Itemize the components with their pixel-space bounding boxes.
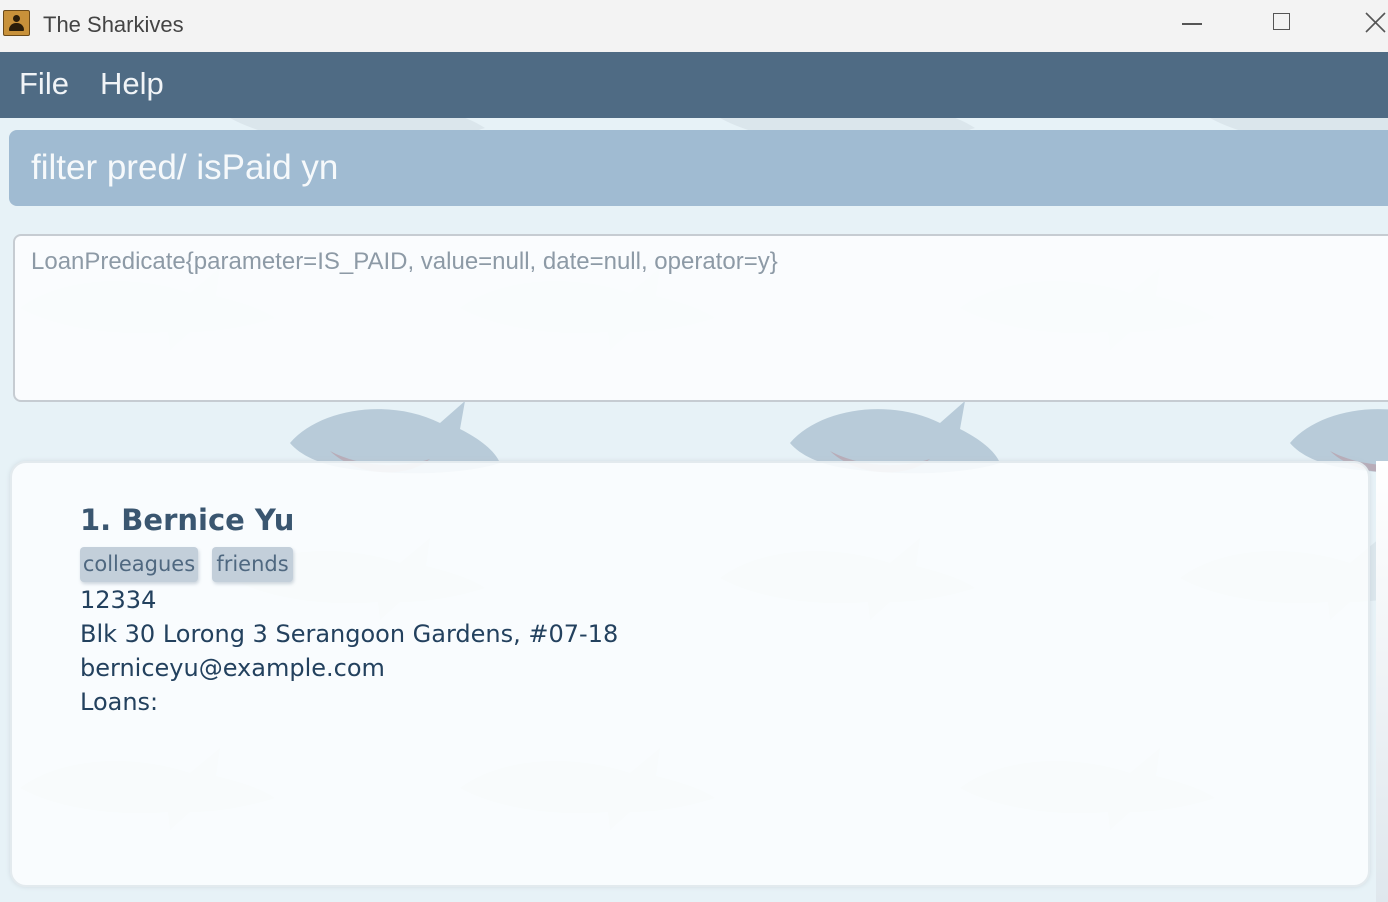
tag-friends: friends [212, 547, 293, 582]
result-text: LoanPredicate{parameter=IS_PAID, value=n… [31, 248, 778, 275]
command-box[interactable]: filter pred/ isPaid yn [9, 130, 1388, 206]
maximize-icon[interactable] [1253, 0, 1313, 48]
window-title: The Sharkives [43, 12, 184, 37]
tag-colleagues: colleagues [80, 547, 198, 582]
person-phone: 12334 [80, 586, 157, 614]
minimize-icon[interactable] [1162, 0, 1222, 48]
contacts-app-icon [3, 10, 30, 36]
person-loans-label: Loans: [80, 688, 159, 716]
title-bar: The Sharkives [0, 0, 1388, 52]
menu-help[interactable]: Help [100, 66, 164, 102]
person-name: 1. Bernice Yu [80, 503, 295, 537]
person-email: berniceyu@example.com [80, 654, 385, 682]
scrollbar[interactable] [1376, 461, 1388, 902]
command-input[interactable]: filter pred/ isPaid yn [31, 148, 338, 188]
menu-file[interactable]: File [19, 66, 69, 102]
close-icon[interactable] [1340, 0, 1388, 48]
menu-bar: File Help [0, 52, 1388, 118]
result-display[interactable]: LoanPredicate{parameter=IS_PAID, value=n… [13, 234, 1388, 402]
person-address: Blk 30 Lorong 3 Serangoon Gardens, #07-1… [80, 620, 619, 648]
